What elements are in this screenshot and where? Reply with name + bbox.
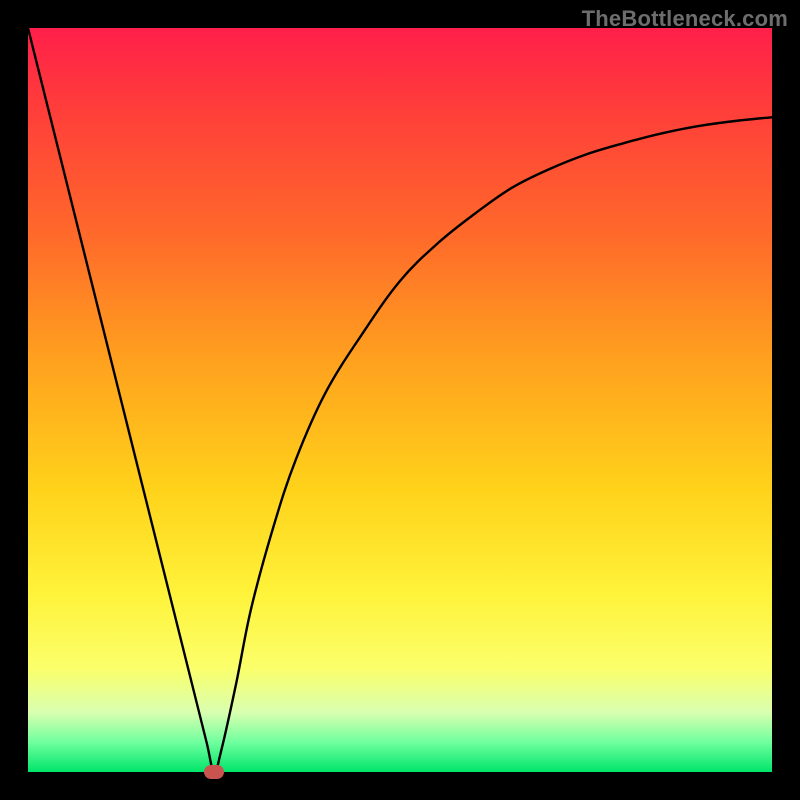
bottleneck-curve — [28, 28, 772, 772]
chart-frame: TheBottleneck.com — [0, 0, 800, 800]
watermark-text: TheBottleneck.com — [582, 6, 788, 32]
optimum-marker — [204, 765, 224, 779]
plot-area — [28, 28, 772, 772]
